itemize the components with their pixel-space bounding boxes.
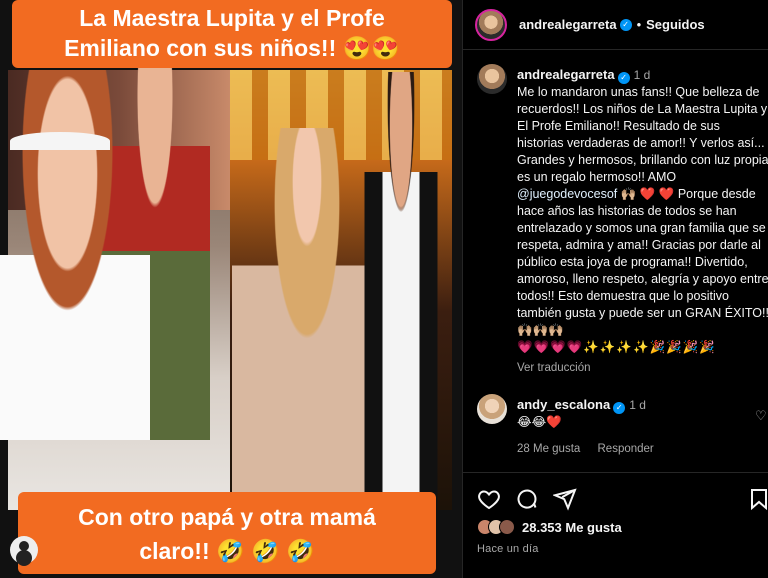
post-side-panel: andrealegarreta ✓ • Seguidos andrealegar…	[462, 0, 768, 578]
verified-badge-icon: ✓	[619, 18, 632, 31]
top-banner-line2: Emiliano con sus niños!! 😍😍	[64, 35, 400, 61]
heart-icon[interactable]	[477, 487, 503, 513]
comment-username[interactable]: andy_escalona	[517, 397, 610, 412]
caption-avatar[interactable]	[477, 64, 507, 94]
caption-text-part2: 🙌🏼 ❤️ ❤️ Porque desde hace años las hist…	[517, 187, 768, 337]
top-banner-line1: La Maestra Lupita y el Profe	[79, 5, 385, 31]
photo-headband	[10, 132, 110, 150]
comment-time[interactable]: 1 d	[629, 398, 646, 412]
caption-mention[interactable]: @juegodevocesof	[517, 187, 617, 201]
comment-avatar[interactable]	[477, 394, 507, 424]
photo-woman-left	[0, 70, 150, 440]
likes-row[interactable]: 28.353 Me gusta	[477, 519, 622, 535]
comment-meta: 28 Me gusta Responder	[517, 441, 729, 458]
separator-dot: •	[636, 17, 642, 32]
caption-text-part1: Me lo mandaron unas fans!! Que belleza d…	[517, 85, 768, 184]
likes-count[interactable]: 28.353 Me gusta	[522, 520, 622, 535]
reply-button[interactable]: Responder	[598, 443, 654, 455]
comment-likes[interactable]: 28 Me gusta	[517, 443, 580, 455]
post-header: andrealegarreta ✓ • Seguidos	[463, 0, 768, 50]
author-avatar[interactable]	[475, 8, 507, 41]
share-icon[interactable]	[551, 487, 579, 513]
tagged-user-icon[interactable]	[10, 536, 38, 564]
post-timestamp[interactable]: Hace un día	[477, 543, 539, 555]
caption-emoji-line: 💗💗💗💗✨✨✨✨🎉🎉🎉🎉	[517, 340, 716, 354]
bottom-banner: Con otro papá y otra mamá claro!! 🤣 🤣 🤣	[18, 492, 436, 574]
comment-icon[interactable]	[515, 487, 541, 513]
caption-username[interactable]: andrealegarreta	[517, 67, 615, 82]
caption-time[interactable]: 1 d	[634, 68, 651, 82]
top-banner: La Maestra Lupita y el Profe Emiliano co…	[12, 0, 452, 68]
photo-man-right	[350, 72, 452, 510]
caption-body: andrealegarreta ✓ 1 d Me lo mandaron unas …	[517, 66, 768, 377]
comment-body: andy_escalona ✓ 1 d 😂😂❤️ 28 Me gusta Respo…	[517, 396, 729, 458]
bottom-banner-line2: claro!! 🤣 🤣 🤣	[139, 538, 315, 564]
following-button[interactable]: Seguidos	[646, 17, 705, 32]
bottom-banner-line1: Con otro papá y otra mamá	[78, 504, 376, 530]
comment-like-heart-icon[interactable]: ♡	[755, 408, 768, 423]
liker-avatar	[499, 519, 515, 535]
bookmark-icon[interactable]	[747, 487, 768, 513]
post-image[interactable]: La Maestra Lupita y el Profe Emiliano co…	[0, 0, 462, 578]
comment-verified-icon: ✓	[613, 402, 626, 414]
actions-bar: 28.353 Me gusta Hace un día	[463, 472, 768, 578]
author-username[interactable]: andrealegarreta	[519, 17, 617, 32]
see-translation-link[interactable]: Ver traducción	[517, 360, 768, 377]
comment-text: 😂😂❤️	[517, 415, 562, 429]
caption-verified-icon: ✓	[617, 72, 630, 84]
